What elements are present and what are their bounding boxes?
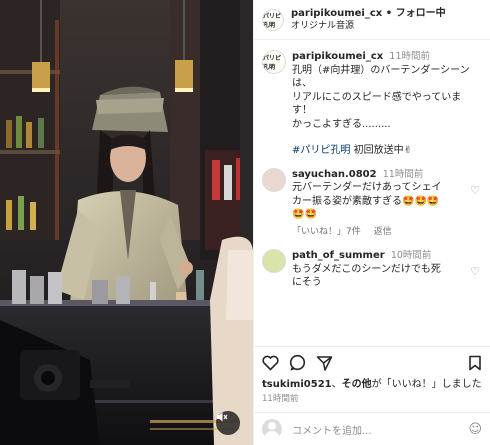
liked-by-separator: 、 (331, 379, 342, 390)
caption-tail: 初回放送中✌ (350, 145, 412, 156)
caption-body: paripikoumei_cx 11時間前 孔明（#向井理）のバーテンダーシーン… (292, 50, 482, 158)
post-header: パリピ孔明 paripikoumei_cx • フォロー中 オリジナル音源 (254, 0, 490, 40)
caption-author-avatar[interactable]: パリピ孔明 (262, 50, 286, 74)
comment-item: path_of_summer 10時間前 もうダメだこのシーンだけでも死 にそう… (262, 249, 482, 290)
bar-scene-illustration (0, 0, 253, 445)
reply-button[interactable]: 返信 (374, 227, 392, 237)
share-send-icon[interactable] (316, 355, 333, 371)
author-info: paripikoumei_cx • フォロー中 オリジナル音源 (291, 7, 446, 33)
comment-time: 11時間前 (382, 168, 424, 180)
comment-username[interactable]: path_of_summer (292, 250, 385, 261)
comment-body: sayuchan.0802 11時間前 元バーテンダーだけあってシェイ カー振る… (292, 168, 482, 240)
bookmark-icon[interactable] (468, 355, 482, 371)
caption-line: かっこよすぎる......... (292, 118, 391, 130)
like-heart-icon[interactable] (262, 355, 279, 371)
comment-bubble-icon[interactable] (289, 354, 306, 371)
author-username[interactable]: paripikoumei_cx (291, 8, 382, 19)
comment-line: 元バーテンダーだけあってシェイ (292, 182, 442, 193)
avatar-logo-text: パリピ孔明 (263, 55, 282, 71)
liked-by-username[interactable]: tsukimi0521 (262, 379, 332, 390)
commenter-avatar[interactable] (262, 249, 286, 273)
caption-line: は、 (292, 78, 312, 89)
hashtag-link[interactable]: #パリピ孔明 (292, 145, 350, 156)
post-viewer: パリピ孔明 paripikoumei_cx • フォロー中 オリジナル音源 パリ… (0, 0, 490, 445)
caption-line: リアルにこのスピード感でやっていま (292, 91, 462, 103)
comment-line: 🤩🤩 (292, 209, 317, 220)
commenter-avatar[interactable] (262, 167, 286, 192)
liked-by-others[interactable]: その他 (342, 379, 372, 390)
caption-time: 11時間前 (389, 51, 431, 62)
caption-item: パリピ孔明 paripikoumei_cx 11時間前 孔明（#向井理）のバーテ… (262, 50, 482, 158)
comment-item: sayuchan.0802 11時間前 元バーテンダーだけあってシェイ カー振る… (262, 167, 482, 240)
current-user-avatar (262, 419, 282, 439)
comment-body: path_of_summer 10時間前 もうダメだこのシーンだけでも死 にそう (292, 249, 482, 290)
comment-line: にそう (292, 277, 322, 288)
caption-username[interactable]: paripikoumei_cx (292, 51, 383, 62)
comment-username[interactable]: sayuchan.0802 (292, 169, 377, 180)
liked-by-text: tsukimi0521、その他が「いいね！」しました (254, 378, 490, 391)
separator-dot: • (385, 7, 393, 19)
post-timestamp: 11時間前 (262, 394, 299, 404)
emoji-icon[interactable]: ☺ (468, 422, 482, 437)
add-comment-input[interactable]: コメントを追加... (292, 422, 468, 437)
heart-icon[interactable]: ♡ (470, 184, 480, 197)
comments-section[interactable]: パリピ孔明 paripikoumei_cx 11時間前 孔明（#向井理）のバーテ… (254, 40, 490, 346)
post-actions (254, 346, 490, 378)
comment-likes[interactable]: 「いいね！」7件 (292, 227, 361, 237)
caption-line: 孔明（#向井理）のバーテンダーシーン (292, 64, 470, 76)
author-avatar[interactable]: パリピ孔明 (262, 8, 284, 31)
post-video[interactable] (0, 0, 253, 445)
avatar-logo-text: パリピ孔明 (263, 12, 282, 29)
caption-line: す！ (292, 105, 312, 116)
follow-status-button[interactable]: フォロー中 (396, 8, 446, 19)
audio-label[interactable]: オリジナル音源 (291, 20, 446, 33)
comment-line: カー振る姿が素敵すぎる🤩🤩🤩 (292, 195, 440, 207)
liked-by-suffix: が「いいね！」しました (371, 379, 482, 390)
post-details-panel: パリピ孔明 paripikoumei_cx • フォロー中 オリジナル音源 パリ… (253, 0, 490, 445)
speaker-muted-icon[interactable] (216, 411, 240, 435)
comment-time: 10時間前 (390, 250, 432, 261)
comment-line: もうダメだこのシーンだけでも死 (292, 263, 441, 275)
comment-meta: 「いいね！」7件 返信 (292, 226, 482, 240)
add-comment-bar: コメントを追加... ☺ (254, 412, 490, 445)
heart-icon[interactable]: ♡ (470, 265, 480, 278)
